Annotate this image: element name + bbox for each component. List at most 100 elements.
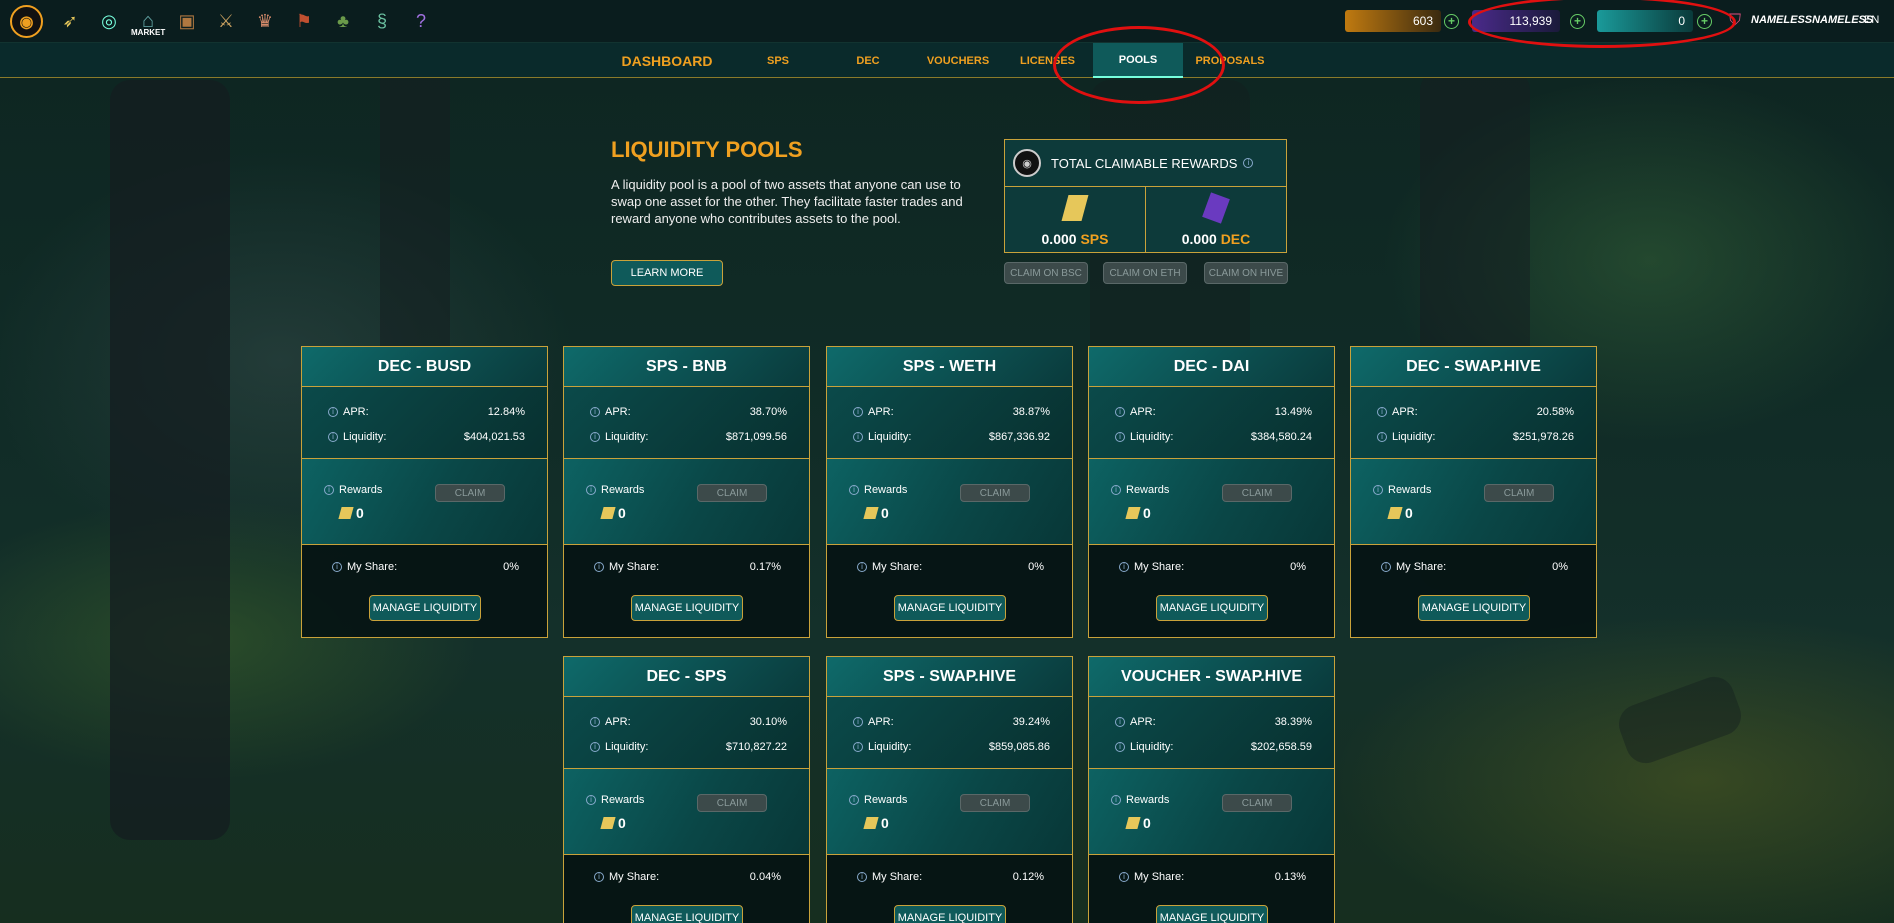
liquidity-value: $404,021.53: [463, 430, 525, 443]
spiral-icon[interactable]: ◎: [97, 9, 121, 33]
claim-on-bsc-button[interactable]: CLAIM ON BSC: [1004, 262, 1088, 284]
claim-button[interactable]: CLAIM: [435, 484, 505, 502]
rewards-value: 0: [863, 505, 889, 521]
claim-button[interactable]: CLAIM: [1484, 484, 1554, 502]
info-icon[interactable]: i: [1111, 485, 1121, 496]
claim-on-eth-button[interactable]: CLAIM ON ETH: [1103, 262, 1187, 284]
info-icon[interactable]: i: [590, 741, 600, 752]
manage-liquidity-button[interactable]: MANAGE LIQUIDITY: [369, 595, 481, 621]
info-icon[interactable]: i: [324, 485, 334, 496]
rewards-value: 0: [600, 815, 626, 831]
manage-liquidity-button[interactable]: MANAGE LIQUIDITY: [894, 905, 1006, 923]
apr-value: 39.24%: [1012, 715, 1050, 728]
tab-vouchers[interactable]: VOUCHERS: [918, 43, 998, 78]
info-icon[interactable]: i: [1115, 431, 1125, 442]
serpent-icon[interactable]: §: [370, 9, 394, 33]
banner-icon[interactable]: ⚑: [292, 9, 316, 33]
info-icon[interactable]: i: [594, 872, 604, 883]
info-icon[interactable]: i: [1381, 562, 1391, 573]
info-icon[interactable]: i: [1115, 406, 1125, 417]
claim-button[interactable]: CLAIM: [960, 484, 1030, 502]
info-icon[interactable]: i: [853, 406, 863, 417]
scroll-icon[interactable]: ➶: [58, 9, 82, 33]
info-icon[interactable]: i: [1243, 158, 1254, 168]
cake-icon[interactable]: ♛: [253, 9, 277, 33]
info-icon[interactable]: i: [857, 562, 867, 573]
claim-on-hive-button[interactable]: CLAIM ON HIVE: [1204, 262, 1288, 284]
tab-pools[interactable]: POOLS: [1093, 43, 1183, 78]
manage-liquidity-button[interactable]: MANAGE LIQUIDITY: [631, 905, 743, 923]
claim-button[interactable]: CLAIM: [697, 484, 767, 502]
sps-amount: 0: [1678, 14, 1685, 28]
tab-dec[interactable]: DEC: [838, 43, 898, 78]
sps-icon: [1061, 195, 1089, 221]
tab-sps[interactable]: SPS: [748, 43, 808, 78]
tab-proposals[interactable]: PROPOSALS: [1190, 43, 1270, 78]
info-icon[interactable]: i: [1111, 795, 1121, 806]
pool-name: DEC - SPS: [564, 657, 809, 697]
claimable-dec: 0.000 DEC: [1145, 187, 1286, 253]
add-credits-button[interactable]: +: [1444, 14, 1459, 29]
add-dec-button[interactable]: +: [1570, 14, 1585, 29]
claim-button[interactable]: CLAIM: [960, 794, 1030, 812]
liquidity-label: i Liquidity:: [1377, 431, 1435, 443]
info-icon[interactable]: i: [853, 716, 863, 727]
info-icon[interactable]: i: [849, 795, 859, 806]
land-icon[interactable]: ♣: [331, 9, 355, 33]
claimable-sps-amount: 0.000: [1041, 231, 1077, 247]
my-share-value: 0%: [1028, 561, 1044, 573]
info-icon[interactable]: i: [1115, 716, 1125, 727]
info-icon[interactable]: i: [1119, 872, 1129, 883]
apr-label: i APR:: [853, 406, 894, 418]
claim-button[interactable]: CLAIM: [1222, 484, 1292, 502]
rewards-label: i Rewards: [1373, 484, 1431, 496]
info-icon[interactable]: i: [586, 485, 596, 496]
rewards-label: i Rewards: [849, 484, 907, 496]
apr-label: i APR:: [853, 716, 894, 728]
liquidity-value: $867,336.92: [988, 430, 1050, 443]
manage-liquidity-button[interactable]: MANAGE LIQUIDITY: [894, 595, 1006, 621]
question-icon[interactable]: ?: [409, 9, 433, 33]
guild-shield-icon[interactable]: ⛉: [1723, 9, 1747, 33]
manage-liquidity-button[interactable]: MANAGE LIQUIDITY: [1156, 905, 1268, 923]
info-icon[interactable]: i: [1377, 406, 1387, 417]
splinterlands-logo-icon[interactable]: ◉: [10, 5, 43, 38]
my-share-label: i My Share:: [1119, 561, 1184, 573]
backpack-icon[interactable]: ▣: [175, 9, 199, 33]
my-share-value: 0%: [1552, 561, 1568, 573]
rewards-value: 0: [338, 505, 364, 521]
manage-liquidity-button[interactable]: MANAGE LIQUIDITY: [1418, 595, 1530, 621]
tab-dashboard[interactable]: DASHBOARD: [612, 43, 722, 78]
info-icon[interactable]: i: [332, 562, 342, 573]
liquidity-label: i Liquidity:: [853, 741, 911, 753]
info-icon[interactable]: i: [857, 872, 867, 883]
sword-icon[interactable]: ⚔: [214, 9, 238, 33]
liquidity-value: $202,658.59: [1250, 740, 1312, 753]
info-icon[interactable]: i: [586, 795, 596, 806]
info-icon[interactable]: i: [590, 431, 600, 442]
pool-card: VOUCHER - SWAP.HIVE i APR: 38.39% i Liquidi…: [1088, 656, 1335, 923]
language-selector[interactable]: EN: [1864, 14, 1879, 26]
liquidity-value: $871,099.56: [725, 430, 787, 443]
info-icon[interactable]: i: [853, 431, 863, 442]
info-icon[interactable]: i: [1119, 562, 1129, 573]
info-icon[interactable]: i: [590, 406, 600, 417]
manage-liquidity-button[interactable]: MANAGE LIQUIDITY: [631, 595, 743, 621]
claim-button[interactable]: CLAIM: [1222, 794, 1292, 812]
learn-more-button[interactable]: LEARN MORE: [611, 260, 723, 286]
info-icon[interactable]: i: [328, 431, 338, 442]
username[interactable]: NAMELESSNAMELESS: [1751, 14, 1873, 26]
tab-licenses[interactable]: LICENSES: [1010, 43, 1085, 78]
sps-icon: [1387, 507, 1403, 519]
info-icon[interactable]: i: [849, 485, 859, 496]
info-icon[interactable]: i: [590, 716, 600, 727]
info-icon[interactable]: i: [1377, 431, 1387, 442]
add-sps-button[interactable]: +: [1697, 14, 1712, 29]
info-icon[interactable]: i: [1373, 485, 1383, 496]
info-icon[interactable]: i: [853, 741, 863, 752]
info-icon[interactable]: i: [1115, 741, 1125, 752]
manage-liquidity-button[interactable]: MANAGE LIQUIDITY: [1156, 595, 1268, 621]
info-icon[interactable]: i: [594, 562, 604, 573]
info-icon[interactable]: i: [328, 406, 338, 417]
claim-button[interactable]: CLAIM: [697, 794, 767, 812]
